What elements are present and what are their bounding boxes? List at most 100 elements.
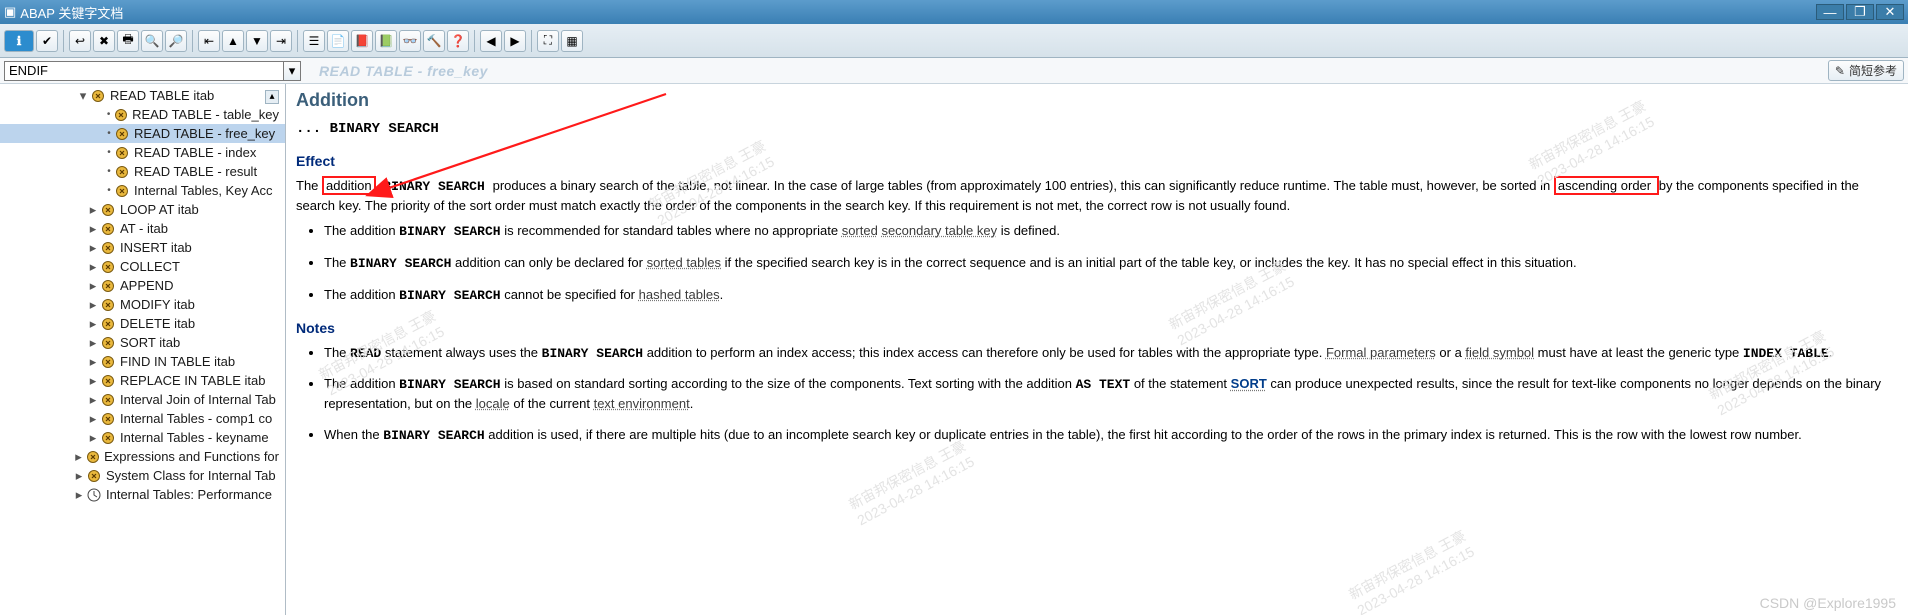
link-sort[interactable]: SORT (1231, 376, 1267, 391)
expand-icon[interactable]: ▸ (72, 487, 86, 503)
tree-node-read-table-itab[interactable]: ▾ READ TABLE itab ▴ (0, 86, 285, 105)
find-button[interactable]: 🔍 (141, 30, 163, 52)
tree-node[interactable]: ▸ Interval Join of Internal Tab (0, 390, 285, 409)
book1-button[interactable]: 📕 (351, 30, 373, 52)
nav-left-button[interactable]: ◀ (480, 30, 502, 52)
expand-icon[interactable]: ▸ (86, 411, 100, 427)
tool-button[interactable]: 🔨 (423, 30, 445, 52)
expand-icon[interactable]: ▸ (86, 202, 100, 218)
heading-addition: Addition (296, 90, 1898, 111)
link-formal-parameters[interactable]: Formal parameters (1326, 345, 1436, 360)
expand-icon[interactable]: ▸ (86, 373, 100, 389)
page-up-button[interactable]: ▲ (222, 30, 244, 52)
tree-node[interactable]: ▸ LOOP AT itab (0, 200, 285, 219)
short-reference-link[interactable]: ✎ 简短参考 (1828, 60, 1904, 81)
wand-icon: ✎ (1835, 64, 1845, 78)
doc-icon (113, 107, 128, 123)
tree-label: READ TABLE - index (134, 145, 256, 160)
effect-redbox-addition: addition (322, 176, 376, 195)
code-binary-search: BINARY SEARCH (376, 179, 493, 194)
tree-node[interactable]: ▸ Internal Tables - comp1 co (0, 409, 285, 428)
expand-icon[interactable]: ▸ (86, 259, 100, 275)
folder-icon (100, 373, 116, 389)
tree-node[interactable]: ▸ Internal Tables - keyname (0, 428, 285, 447)
expand-icon[interactable]: ▸ (86, 221, 100, 237)
tree-label: READ TABLE itab (110, 88, 214, 103)
expand-icon[interactable]: ▸ (86, 392, 100, 408)
page-first-button[interactable]: ⇤ (198, 30, 220, 52)
layout-button[interactable]: ☰ (303, 30, 325, 52)
back-button[interactable]: ↩ (69, 30, 91, 52)
expand-icon[interactable]: ▸ (86, 278, 100, 294)
tree-node-free-key[interactable]: • READ TABLE - free_key (0, 124, 285, 143)
link-field-symbol[interactable]: field symbol (1465, 345, 1534, 360)
folder-icon (100, 430, 116, 446)
watermark: 新宙邦保密信息 王豪2023-04-28 14:16:15 (845, 436, 977, 529)
folder-icon (86, 468, 102, 484)
collapse-icon[interactable]: ▾ (76, 88, 90, 104)
toolbar: ℹ ✔ ↩ ✖ 🖶 🔍 🔎 ⇤ ▲ ▼ ⇥ ☰ 📄 📕 📗 👓 🔨 ❓ ◀ ▶ … (0, 24, 1908, 58)
expand-icon[interactable]: ▸ (86, 297, 100, 313)
tree-node-index[interactable]: • READ TABLE - index (0, 143, 285, 162)
tree-label: Expressions and Functions for (104, 449, 279, 464)
tree-node[interactable]: ▸ System Class for Internal Tab (0, 466, 285, 485)
restore-button[interactable]: ❐ (1846, 4, 1874, 20)
link-secondary-table-key[interactable]: secondary table key (881, 223, 997, 238)
tree-node[interactable]: ▸ FIND IN TABLE itab (0, 352, 285, 371)
link-hashed-tables[interactable]: hashed tables (639, 287, 720, 302)
tree-node-result[interactable]: • READ TABLE - result (0, 162, 285, 181)
minimize-button[interactable]: — (1816, 4, 1844, 20)
expand-icon[interactable]: ▸ (86, 240, 100, 256)
tree-node[interactable]: ▸ MODIFY itab (0, 295, 285, 314)
doc-icon (114, 145, 130, 161)
book2-button[interactable]: 📗 (375, 30, 397, 52)
findnext-button[interactable]: 🔎 (165, 30, 187, 52)
link-sorted[interactable]: sorted (842, 223, 878, 238)
nav-right-button[interactable]: ▶ (504, 30, 526, 52)
glasses-button[interactable]: 👓 (399, 30, 421, 52)
fullscreen-button[interactable]: ⛶ (537, 30, 559, 52)
help-button[interactable]: ❓ (447, 30, 469, 52)
scroll-up-icon[interactable]: ▴ (265, 90, 279, 104)
folder-icon (90, 88, 106, 104)
link-sorted-tables[interactable]: sorted tables (647, 255, 721, 270)
tree-node-key-acc[interactable]: • Internal Tables, Key Acc (0, 181, 285, 200)
search-dropdown-button[interactable]: ▾ (283, 61, 301, 81)
expand-icon[interactable]: ▸ (86, 316, 100, 332)
expand-icon[interactable]: ▸ (86, 335, 100, 351)
page-down-button[interactable]: ▼ (246, 30, 268, 52)
code-line: ... BINARY SEARCH (296, 119, 1898, 139)
effect-paragraph: The addition BINARY SEARCH produces a bi… (296, 177, 1898, 216)
page-last-button[interactable]: ⇥ (270, 30, 292, 52)
link-text-environment[interactable]: text environment (594, 396, 690, 411)
search-input[interactable] (4, 61, 284, 81)
check-button[interactable]: ✔ (36, 30, 58, 52)
tree-node[interactable]: ▸ REPLACE IN TABLE itab (0, 371, 285, 390)
tree-node[interactable]: ▸ Expressions and Functions for (0, 447, 285, 466)
titlebar: ▣ ABAP 关键字文档 — ❐ ✕ (0, 0, 1908, 24)
expand-icon[interactable]: ▸ (86, 430, 100, 446)
close-button[interactable]: ✕ (1876, 4, 1904, 20)
tree-label: COLLECT (120, 259, 180, 274)
tree-node[interactable]: ▸ DELETE itab (0, 314, 285, 333)
tree-node[interactable]: ▸ COLLECT (0, 257, 285, 276)
print-button[interactable]: 🖶 (117, 30, 139, 52)
tree-node[interactable]: ▸ AT - itab (0, 219, 285, 238)
tree-label: READ TABLE - free_key (134, 126, 275, 141)
expand-icon[interactable]: ▸ (72, 468, 86, 484)
overview-button[interactable]: ▦ (561, 30, 583, 52)
expand-icon[interactable]: ▸ (86, 354, 100, 370)
new-button[interactable]: 📄 (327, 30, 349, 52)
tree-node[interactable]: ▸ APPEND (0, 276, 285, 295)
tree-node[interactable]: ▸ INSERT itab (0, 238, 285, 257)
tree-node-table-key[interactable]: • READ TABLE - table_key (0, 105, 285, 124)
link-locale[interactable]: locale (476, 396, 510, 411)
reflink-label: 简短参考 (1849, 62, 1897, 79)
menu-button[interactable]: ℹ (4, 30, 34, 52)
tree-label: AT - itab (120, 221, 168, 236)
notes-bullets: The READ statement always uses the BINAR… (324, 344, 1898, 446)
expand-icon[interactable]: ▸ (72, 449, 85, 465)
tree-node[interactable]: ▸ Internal Tables: Performance (0, 485, 285, 504)
cancel-button[interactable]: ✖ (93, 30, 115, 52)
tree-node[interactable]: ▸ SORT itab (0, 333, 285, 352)
